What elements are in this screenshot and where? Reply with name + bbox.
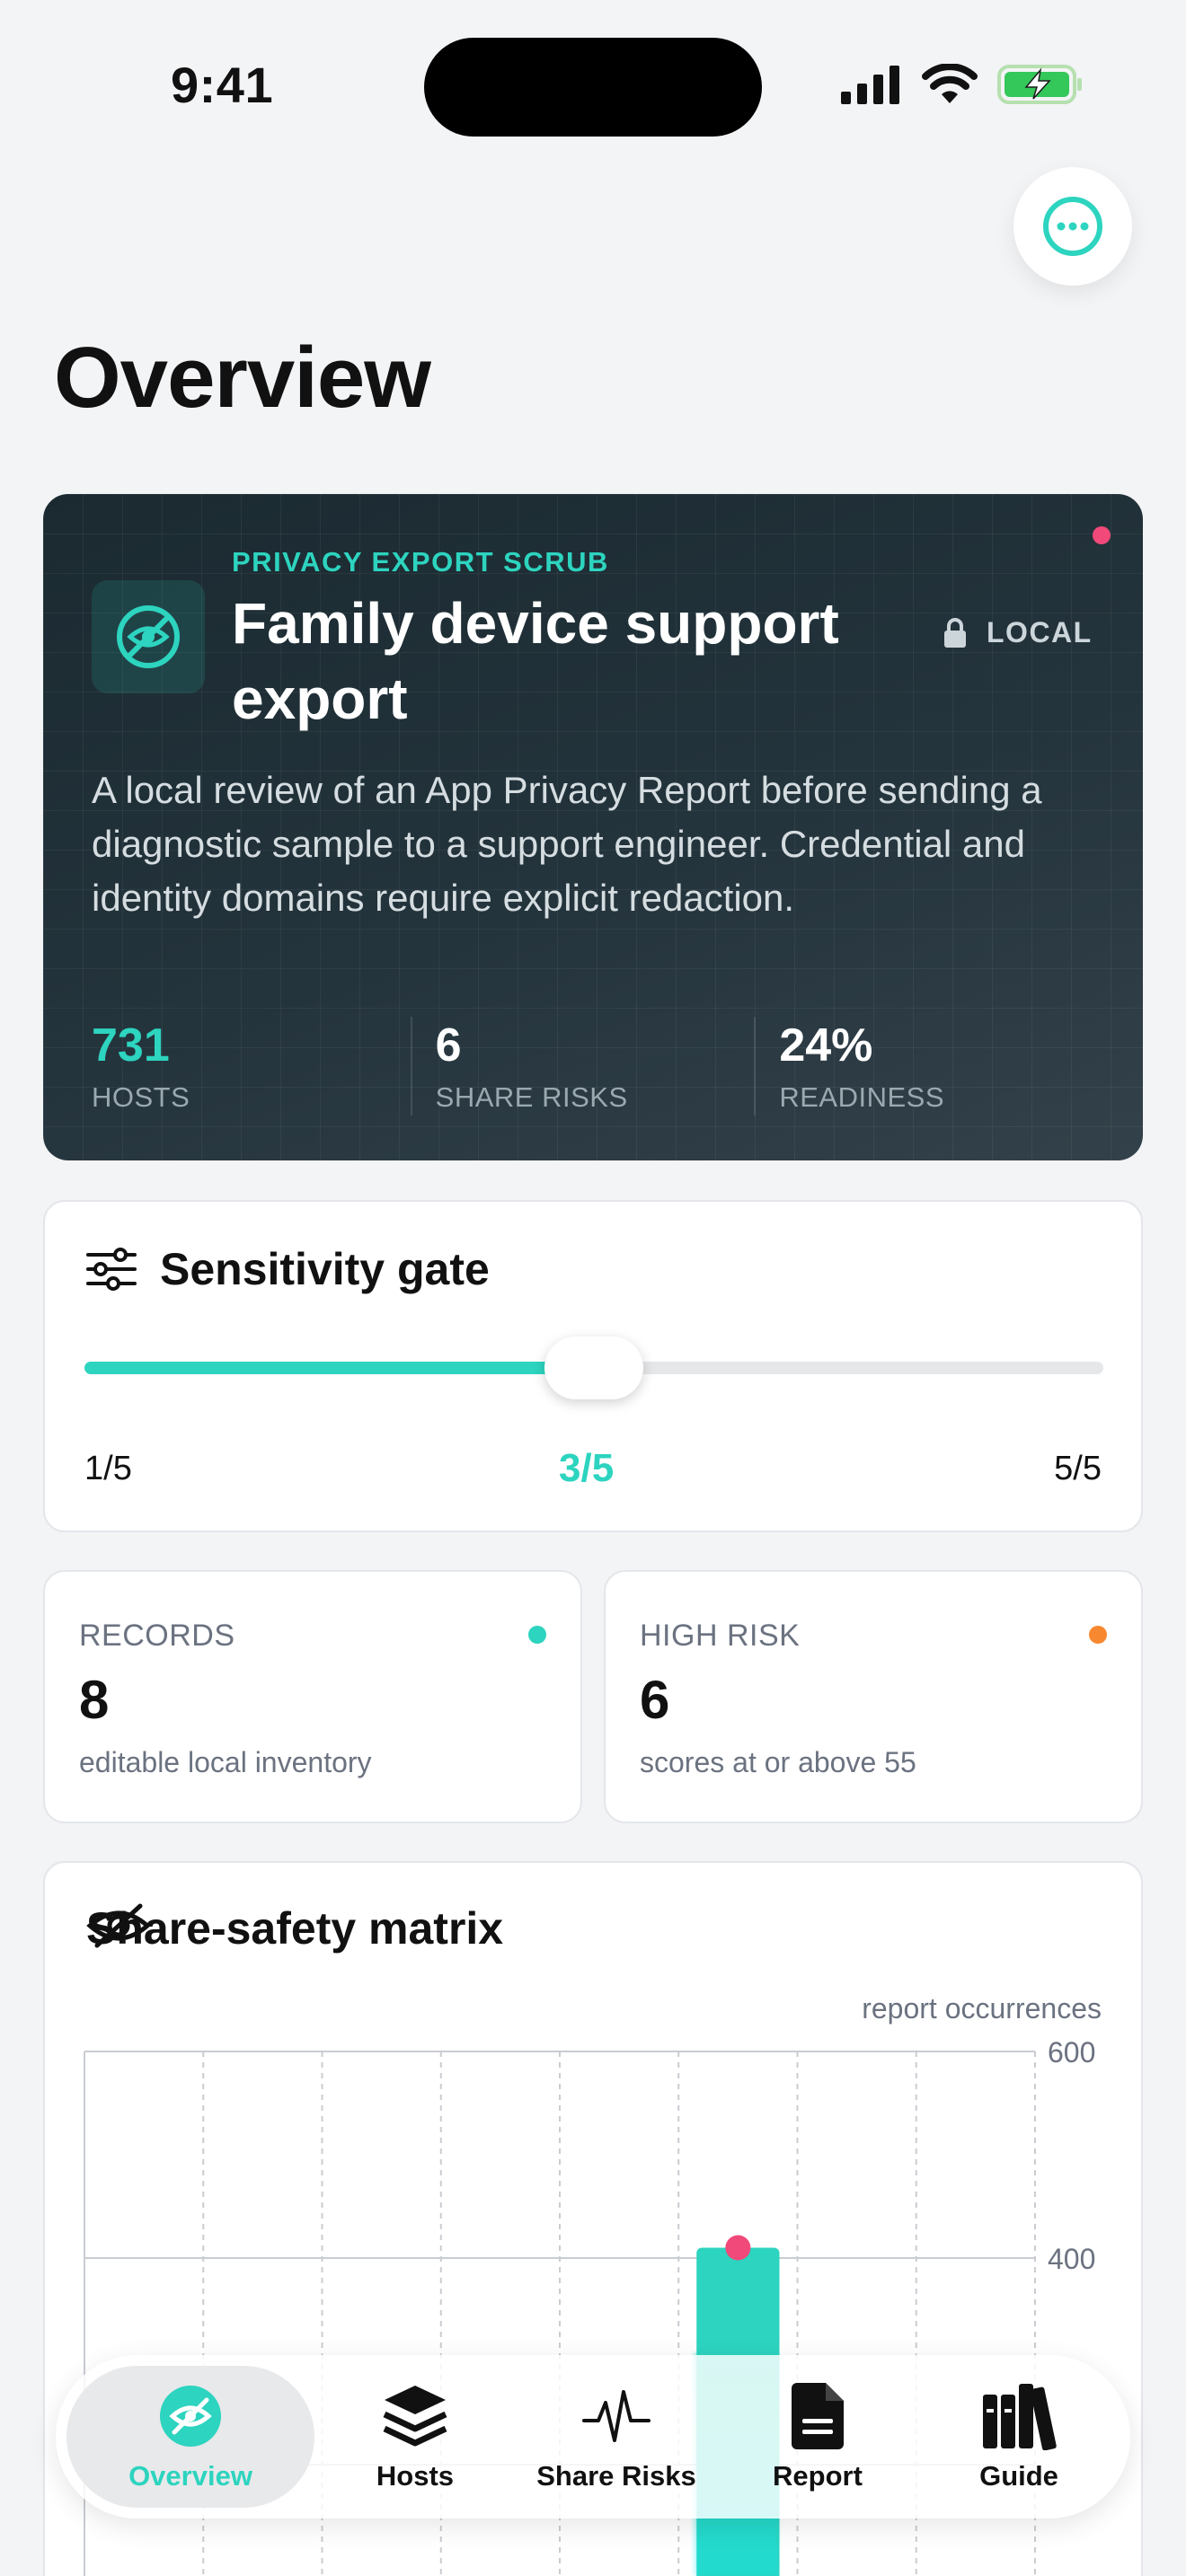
wifi-icon	[922, 64, 978, 103]
dynamic-island	[424, 38, 762, 137]
page-title: Overview	[54, 330, 431, 426]
tab-label: Guide	[979, 2460, 1058, 2492]
stat-label: HOSTS	[92, 1081, 190, 1113]
tab-report[interactable]: Report	[717, 2366, 918, 2508]
document-icon	[792, 2383, 844, 2449]
local-badge: LOCAL	[943, 616, 1093, 649]
sliders-icon	[86, 1248, 137, 1291]
more-options-button[interactable]	[1013, 167, 1132, 286]
pulse-icon	[582, 2390, 651, 2442]
alert-dot	[1093, 526, 1111, 544]
stat-readiness: 24% READINESS	[754, 1017, 1098, 1116]
more-icon	[1043, 197, 1102, 256]
slider-fill	[84, 1362, 588, 1374]
tab-share-risks[interactable]: Share Risks	[516, 2366, 717, 2508]
books-icon	[983, 2384, 1057, 2450]
card-title: Family device support export	[232, 591, 839, 731]
stat-share-risks: 6 SHARE RISKS	[410, 1017, 755, 1116]
eye-slash-icon	[117, 605, 180, 668]
slider-current-label: 3/5	[559, 1446, 615, 1490]
stat-label: SHARE RISKS	[435, 1081, 628, 1113]
slider-thumb[interactable]	[544, 1337, 643, 1399]
records-value: 8	[79, 1670, 110, 1730]
tab-label: Overview	[128, 2460, 252, 2492]
card-header: Sensitivity gate	[86, 1243, 490, 1295]
battery-icon	[997, 65, 1082, 104]
card-title: Sensitivity gate	[160, 1244, 490, 1294]
export-summary-card: PRIVACY EXPORT SCRUB Family device suppo…	[43, 494, 1143, 1160]
eye-slash-icon	[160, 2386, 221, 2447]
card-kicker: PRIVACY EXPORT SCRUB	[232, 546, 609, 578]
tab-label: Share Risks	[536, 2460, 696, 2492]
signal-icon	[841, 66, 899, 104]
lock-icon	[944, 617, 966, 648]
sensitivity-gate-card: Sensitivity gate 1/5 3/5 5/5	[43, 1200, 1143, 1532]
layers-icon	[383, 2386, 447, 2447]
y-tick-label: 400	[1048, 2243, 1095, 2275]
stat-value: 6	[435, 1019, 462, 1072]
local-badge-label: LOCAL	[987, 616, 1093, 648]
records-card[interactable]: RECORDS 8 editable local inventory	[43, 1570, 582, 1823]
tab-label: Report	[773, 2460, 863, 2492]
y-tick-label: 600	[1048, 2036, 1095, 2069]
stats-row: 731 HOSTS 6 SHARE RISKS 24% READINESS	[92, 1017, 1098, 1116]
tab-hosts[interactable]: Hosts	[314, 2366, 516, 2508]
high-risk-subtitle: scores at or above 55	[640, 1746, 916, 1778]
tab-guide[interactable]: Guide	[918, 2366, 1120, 2508]
status-icons	[839, 63, 1084, 106]
high-risk-label: HIGH RISK	[640, 1619, 801, 1653]
status-dot	[528, 1626, 546, 1644]
slider-max-label: 5/5	[1054, 1450, 1102, 1487]
matrix-bar-marker	[725, 2235, 751, 2261]
high-risk-value: 6	[640, 1670, 670, 1730]
tab-bar: Overview Hosts Share Risks Report Guide	[56, 2355, 1130, 2519]
records-subtitle: editable local inventory	[79, 1746, 372, 1778]
records-label: RECORDS	[79, 1619, 235, 1653]
privacy-icon-box	[92, 580, 205, 693]
status-dot	[1089, 1626, 1107, 1644]
stat-hosts: 731 HOSTS	[92, 1017, 411, 1116]
stat-value: 24%	[779, 1019, 873, 1072]
stat-value: 731	[92, 1019, 170, 1072]
tab-label: Hosts	[376, 2460, 455, 2492]
card-description: A local review of an App Privacy Report …	[92, 769, 1042, 919]
slider-min-label: 1/5	[84, 1450, 132, 1487]
status-time: 9:41	[171, 57, 274, 113]
tab-overview[interactable]: Overview	[66, 2366, 314, 2508]
high-risk-card[interactable]: HIGH RISK 6 scores at or above 55	[604, 1570, 1143, 1823]
stat-label: READINESS	[779, 1081, 945, 1113]
